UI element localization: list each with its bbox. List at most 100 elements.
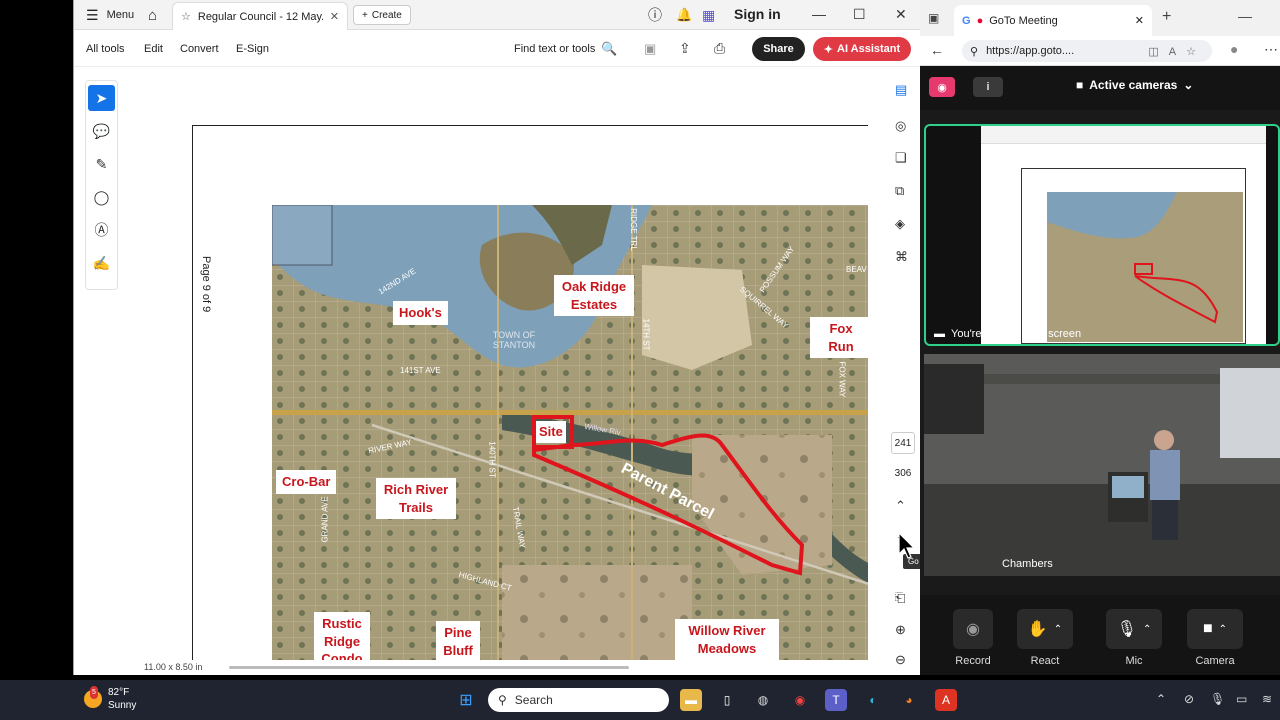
record-icon: ◉: [937, 81, 947, 94]
browser-window: ▣ G ● GoTo Meeting ✕ + — ← ⚲ https://app…: [920, 0, 1280, 675]
star-icon[interactable]: ☆: [181, 10, 191, 23]
text-tool-icon[interactable]: Ⓐ: [88, 217, 115, 243]
sun-icon: 5: [84, 686, 102, 708]
active-cameras-dropdown[interactable]: ■ Active cameras ⌄: [1076, 78, 1193, 92]
map-label-oak-ridge: Oak Ridge Estates: [554, 275, 634, 317]
upload-icon[interactable]: ⇪: [679, 40, 691, 57]
lasso-tool-icon[interactable]: ◯: [88, 184, 115, 210]
acrobat-window: ☰ Menu ⌂ ☆ Regular Council - 12 May... ✕…: [73, 0, 920, 675]
menu-edit[interactable]: Edit: [144, 43, 163, 55]
home-icon[interactable]: ⌂: [148, 0, 157, 30]
url-bar[interactable]: ⚲ https://app.goto.... ◫A☆: [962, 40, 1212, 62]
google-icon: G: [962, 14, 971, 27]
document-canvas[interactable]: Page 9 of 9 Hook's Oak Ridge Estates Fox…: [126, 68, 868, 660]
maximize-icon[interactable]: ☐: [853, 6, 866, 23]
mic-tray-icon[interactable]: 🎙: [1210, 692, 1225, 706]
menu-convert[interactable]: Convert: [180, 43, 219, 55]
browser-tab-goto[interactable]: G ● GoTo Meeting ✕: [954, 5, 1152, 36]
record-icon[interactable]: ◉: [953, 609, 993, 649]
document-tab[interactable]: ☆ Regular Council - 12 May... ✕: [172, 2, 348, 30]
new-tab-icon[interactable]: +: [1162, 8, 1171, 26]
recording-button[interactable]: ◉: [929, 77, 955, 97]
minimize-icon[interactable]: —: [812, 6, 826, 22]
weather-widget[interactable]: 5 82°F Sunny: [84, 686, 136, 712]
video-camera-icon[interactable]: ■ ⌃: [1187, 609, 1243, 649]
windows-start-icon[interactable]: ⊞: [455, 689, 477, 711]
tray-overflow-icon[interactable]: ⌃: [1156, 692, 1166, 706]
highlight-tool-icon[interactable]: ✎: [88, 151, 115, 177]
attachments-icon[interactable]: ⌘: [895, 249, 908, 265]
taskbar-search[interactable]: ⚲ Search: [488, 688, 669, 712]
edge-icon[interactable]: ◐: [862, 689, 884, 711]
print-icon[interactable]: ⎙: [714, 40, 725, 57]
obs-icon[interactable]: ◍: [752, 689, 774, 711]
page-label: Page 9 of 9: [200, 256, 212, 313]
firefox-icon[interactable]: ◕: [898, 689, 920, 711]
more-menu-icon[interactable]: ⋯: [1264, 41, 1278, 58]
horizontal-scrollbar[interactable]: [229, 666, 629, 669]
close-tab-icon[interactable]: ✕: [1135, 14, 1144, 27]
microphone-icon[interactable]: 🎙 ⌃: [1106, 609, 1162, 649]
street-label: GRAND AVE: [320, 496, 330, 543]
zoom-in-icon[interactable]: ⊕: [895, 622, 906, 638]
notepad-icon[interactable]: ▯: [716, 689, 738, 711]
comment-tool-icon[interactable]: 💬: [88, 118, 115, 144]
react-control[interactable]: ✋ ⌃ React: [1017, 609, 1073, 667]
browser-tabbar: ▣ G ● GoTo Meeting ✕ + —: [920, 0, 1280, 36]
pages-icon[interactable]: ⧉: [895, 183, 904, 199]
bell-icon[interactable]: 🔔: [676, 0, 692, 30]
save-icon[interactable]: ▣: [644, 41, 656, 57]
page-fit-icon[interactable]: ⎗: [895, 590, 905, 606]
camera-control[interactable]: ■ ⌃ Camera: [1187, 609, 1243, 667]
shared-screen-thumbnail: [981, 126, 1266, 344]
info-icon[interactable]: i: [973, 77, 1003, 97]
wifi-icon[interactable]: ≋: [1262, 692, 1272, 706]
ai-assistant-button[interactable]: ✦ AI Assistant: [813, 37, 911, 61]
fill-sign-tool-icon[interactable]: ✍: [88, 250, 115, 276]
site-info-icon[interactable]: ⚲: [970, 45, 978, 58]
url-actions-icon[interactable]: ◫A☆: [1148, 45, 1206, 58]
help-icon[interactable]: ⓘ: [648, 0, 662, 30]
find-tools[interactable]: Find text or tools 🔍: [514, 41, 618, 57]
search-icon: 🔍: [601, 41, 618, 56]
screen-share-preview: ▬ You're sharing your screen: [924, 124, 1280, 346]
apps-grid-icon[interactable]: ▦: [702, 0, 715, 30]
tab-actions-icon[interactable]: ▣: [928, 11, 939, 25]
comments-icon[interactable]: ◎: [895, 118, 906, 134]
browser-addressbar: ← ⚲ https://app.goto.... ◫A☆ ● ⋯: [920, 36, 1280, 66]
map-label-rich-river: Rich River Trails: [376, 478, 456, 520]
map-label-fox-run: Fox Run: [810, 317, 868, 359]
menu-esign[interactable]: E-Sign: [236, 43, 269, 55]
signin-button[interactable]: Sign in: [734, 6, 781, 22]
map-label-rustic-ridge: Rustic Ridge Condo: [314, 612, 370, 660]
display-icon[interactable]: ▭: [1236, 692, 1247, 706]
teams-icon[interactable]: T: [825, 689, 847, 711]
hamburger-icon: ☰: [86, 6, 99, 23]
close-tab-icon[interactable]: ✕: [330, 10, 339, 23]
select-tool-icon[interactable]: ➤: [88, 85, 115, 111]
profile-icon[interactable]: ●: [1230, 41, 1238, 57]
record-control[interactable]: ◉ Record: [953, 609, 993, 667]
file-explorer-icon[interactable]: ▬: [680, 689, 702, 711]
quick-tools-bar: ➤ 💬 ✎ ◯ Ⓐ ✍: [85, 80, 118, 290]
mic-control[interactable]: 🎙 ⌃ Mic: [1106, 609, 1162, 667]
menu-button[interactable]: ☰ Menu: [86, 0, 134, 30]
back-icon[interactable]: ←: [930, 42, 944, 58]
bookmarks-icon[interactable]: ❏: [895, 150, 907, 166]
chevron-down-icon: ⌄: [1183, 78, 1194, 92]
ai-summary-icon[interactable]: ▤: [895, 82, 907, 98]
page-number-input[interactable]: 241: [891, 432, 915, 454]
create-button[interactable]: + Create: [353, 5, 411, 25]
share-button[interactable]: Share: [752, 37, 805, 61]
network-icon[interactable]: ⊘: [1184, 692, 1194, 706]
street-label: 141ST AVE: [400, 366, 441, 375]
menu-all-tools[interactable]: All tools: [86, 43, 125, 55]
chrome-icon[interactable]: ◉: [789, 689, 811, 711]
raise-hand-icon[interactable]: ✋ ⌃: [1017, 609, 1073, 649]
goto-controls: ◉ Record ✋ ⌃ React 🎙 ⌃ Mic ■ ⌃ Camera: [920, 595, 1280, 675]
previous-page-icon[interactable]: ⌃: [895, 498, 906, 514]
acrobat-icon[interactable]: A: [935, 689, 957, 711]
minimize-icon[interactable]: —: [1238, 8, 1252, 24]
layers-icon[interactable]: ◈: [895, 216, 905, 232]
close-window-icon[interactable]: ✕: [895, 6, 907, 23]
